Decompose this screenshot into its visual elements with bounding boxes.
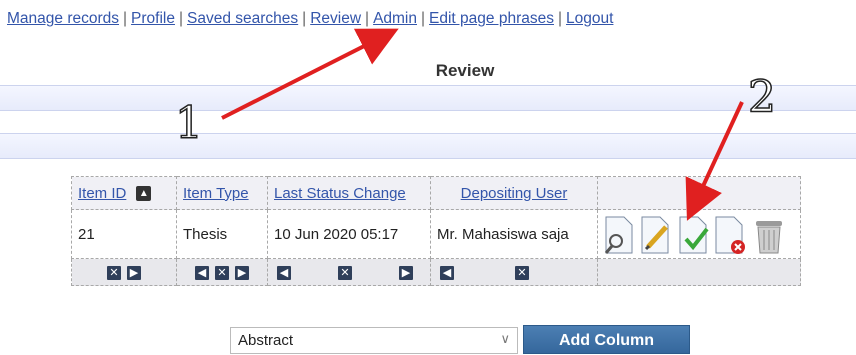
- nav-review[interactable]: Review: [310, 10, 361, 27]
- move-right-icon[interactable]: ▶: [235, 265, 249, 280]
- add-column-button[interactable]: Add Column: [523, 325, 690, 354]
- nav-separator: |: [178, 10, 184, 27]
- cell-item-type: Thesis: [176, 209, 268, 259]
- header-cell-depositing-user: Depositing User: [430, 176, 598, 210]
- nav-saved-searches[interactable]: Saved searches: [187, 10, 298, 27]
- column-controls-row: ✕ ▶ ◀ ✕ ▶ ◀ ✕ ▶ ◀ ✕: [71, 258, 801, 286]
- delete-icon[interactable]: [756, 221, 782, 254]
- cell-actions: [597, 209, 801, 259]
- annotation-number-2: 2: [747, 71, 777, 124]
- top-navigation: Manage records | Profile | Saved searches | Re…: [7, 10, 613, 28]
- remove-column-icon[interactable]: ✕: [107, 265, 121, 280]
- action-icons: [604, 216, 782, 254]
- nav-admin[interactable]: Admin: [373, 10, 417, 27]
- controls-item-type: ◀ ✕ ▶: [176, 258, 268, 286]
- nav-logout[interactable]: Logout: [566, 10, 613, 27]
- move-left-icon[interactable]: ◀: [195, 265, 209, 280]
- sort-item-type-link[interactable]: Item Type: [183, 185, 249, 202]
- filter-band-2: [0, 133, 856, 159]
- table-header-row: Item ID ▲ Item Type Last Status Change De…: [71, 176, 801, 210]
- nav-separator: |: [365, 10, 370, 27]
- chevron-down-icon: ∨: [500, 331, 510, 346]
- header-cell-item-id: Item ID ▲: [71, 176, 177, 210]
- review-table: Item ID ▲ Item Type Last Status Change De…: [71, 176, 801, 286]
- add-column-select[interactable]: Abstract ∨: [230, 327, 518, 354]
- controls-last-status-change: ◀ ✕ ▶: [267, 258, 431, 286]
- remove-column-icon[interactable]: ✕: [338, 265, 352, 280]
- move-right-icon[interactable]: ▶: [399, 265, 413, 280]
- nav-edit-page-phrases[interactable]: Edit page phrases: [429, 10, 554, 27]
- nav-profile[interactable]: Profile: [131, 10, 175, 27]
- annotation-number-1: 1: [174, 97, 204, 150]
- edit-icon[interactable]: [641, 216, 669, 254]
- controls-depositing-user: ◀ ✕: [430, 258, 598, 286]
- cell-depositing-user: Mr. Mahasiswa saja: [430, 209, 598, 259]
- nav-manage-records[interactable]: Manage records: [7, 10, 119, 27]
- move-right-icon[interactable]: ▶: [127, 265, 141, 280]
- nav-separator: |: [421, 10, 426, 27]
- reject-icon[interactable]: [715, 216, 745, 254]
- filter-band-1: [0, 85, 856, 111]
- nav-separator: |: [302, 10, 307, 27]
- sort-last-status-change-link[interactable]: Last Status Change: [274, 185, 406, 202]
- cell-last-status-change: 10 Jun 2020 05:17: [267, 209, 431, 259]
- nav-separator: |: [123, 10, 128, 27]
- cell-item-id: 21: [71, 209, 177, 259]
- controls-item-id: ✕ ▶: [71, 258, 177, 286]
- controls-actions: [597, 258, 801, 286]
- move-left-icon[interactable]: ◀: [277, 265, 291, 280]
- move-left-icon[interactable]: ◀: [440, 265, 454, 280]
- sort-item-id-link[interactable]: Item ID: [78, 185, 126, 202]
- nav-separator: |: [557, 10, 563, 27]
- add-column-selected-value: Abstract: [238, 332, 294, 349]
- remove-column-icon[interactable]: ✕: [515, 265, 529, 280]
- page-title: Review: [435, 61, 495, 80]
- sort-depositing-user-link[interactable]: Depositing User: [461, 185, 568, 202]
- accept-icon[interactable]: [679, 216, 709, 254]
- header-cell-item-type: Item Type: [176, 176, 268, 210]
- sort-ascending-icon[interactable]: ▲: [136, 186, 152, 202]
- remove-column-icon[interactable]: ✕: [215, 265, 229, 280]
- view-icon[interactable]: [604, 216, 633, 254]
- table-row: 21 Thesis 10 Jun 2020 05:17 Mr. Mahasisw…: [71, 209, 801, 259]
- header-cell-actions: [597, 176, 801, 210]
- header-cell-last-status-change: Last Status Change: [267, 176, 431, 210]
